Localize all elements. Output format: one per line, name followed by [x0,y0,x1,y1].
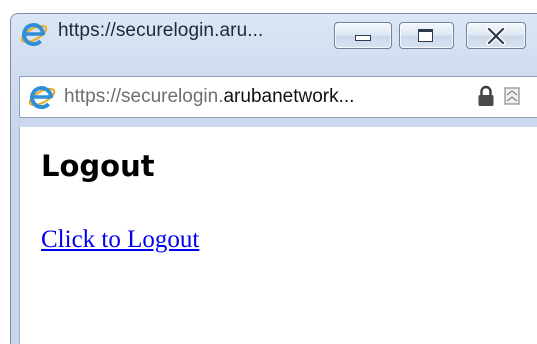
internet-explorer-icon [20,23,48,47]
address-url[interactable]: https://securelogin.arubanetwork... [64,86,354,108]
page-content: Logout Click to Logout [19,127,537,344]
browser-popup-window: https://securelogin.aru... https://secur… [0,0,537,344]
maximize-icon [418,29,433,42]
window-title: https://securelogin.aru... [58,20,264,41]
minimize-icon [355,35,371,41]
logout-link[interactable]: Click to Logout [41,226,199,254]
address-bar[interactable]: https://securelogin.arubanetwork... [19,76,537,118]
minimize-button[interactable] [334,22,392,49]
close-icon [486,26,506,46]
url-prefix: https://securelogin. [64,86,224,107]
url-domain: arubanetwork... [223,86,355,107]
maximize-button[interactable] [399,22,454,49]
page-title: Logout [41,149,155,183]
close-button[interactable] [466,22,526,49]
compatibility-view-icon[interactable] [504,86,520,106]
lock-icon[interactable] [477,85,495,107]
internet-explorer-icon [28,86,56,110]
